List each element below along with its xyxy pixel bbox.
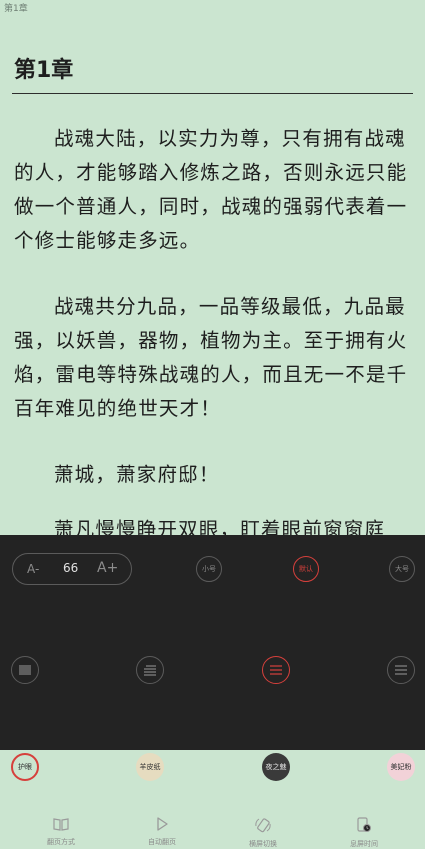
paragraph: 战魂大陆，以实力为尊，只有拥有战魂的人，才能够踏入修炼之路，否则永远只能做一个普… xyxy=(14,127,408,252)
header-chapter-label: 第1章 xyxy=(4,4,28,14)
decrease-font-button[interactable]: A- xyxy=(27,562,39,576)
increase-font-button[interactable]: A+ xyxy=(97,560,118,576)
toolbar-label: 自动翻页 xyxy=(148,838,176,846)
font-size-row: A- 66 A+ 小号 默认 大号 xyxy=(0,547,425,593)
theme-parchment-button[interactable]: 羊皮纸 xyxy=(136,753,164,781)
font-size-value: 66 xyxy=(63,561,79,575)
theme-row: 护眼 羊皮纸 夜之魅 美妃粉 xyxy=(0,652,425,781)
play-icon xyxy=(157,817,168,831)
theme-night-button[interactable]: 夜之魅 xyxy=(262,753,290,781)
rotate-icon xyxy=(255,818,271,833)
title-divider xyxy=(12,93,413,94)
size-preset-small[interactable]: 小号 xyxy=(196,556,222,582)
size-preset-default[interactable]: 默认 xyxy=(293,556,319,582)
reader-page[interactable]: 第1章 第1章 战魂大陆，以实力为尊，只有拥有战魂的人，才能够踏入修炼之路，否则… xyxy=(0,0,425,535)
paragraph: 萧凡慢慢睁开双眼，盯着眼前窗窗庭 xyxy=(53,518,386,535)
size-preset-large[interactable]: 大号 xyxy=(389,556,415,582)
toolbar-label: 息屏时间 xyxy=(350,840,378,848)
screen-timeout-button[interactable]: 息屏时间 xyxy=(334,817,394,849)
theme-pink-button[interactable]: 美妃粉 xyxy=(387,753,415,781)
chapter-title: 第1章 xyxy=(14,58,74,83)
paragraph: 萧城，萧家府邸！ xyxy=(53,463,220,486)
landscape-toggle-button[interactable]: 横屏切换 xyxy=(233,817,293,849)
page-turn-mode-button[interactable]: 翻页方式 xyxy=(31,817,91,847)
toolbar-label: 横屏切换 xyxy=(249,840,277,848)
screen-timer-icon xyxy=(357,817,372,833)
paragraph: 战魂共分九品，一品等级最低，九品最强，以妖兽，器物，植物为主。至于拥有火焰，雷电… xyxy=(14,295,408,420)
reading-settings-panel: A- 66 A+ 小号 默认 大号 护眼 羊皮纸 夜之魅 美妃粉 翻页方式 自动… xyxy=(0,535,425,848)
toolbar-label: 翻页方式 xyxy=(47,838,75,846)
book-icon xyxy=(53,818,69,831)
font-size-control: A- 66 A+ xyxy=(12,553,132,585)
theme-eye-care-button[interactable]: 护眼 xyxy=(11,753,39,781)
auto-page-turn-button[interactable]: 自动翻页 xyxy=(132,817,192,847)
line-spacing-row xyxy=(0,599,425,684)
